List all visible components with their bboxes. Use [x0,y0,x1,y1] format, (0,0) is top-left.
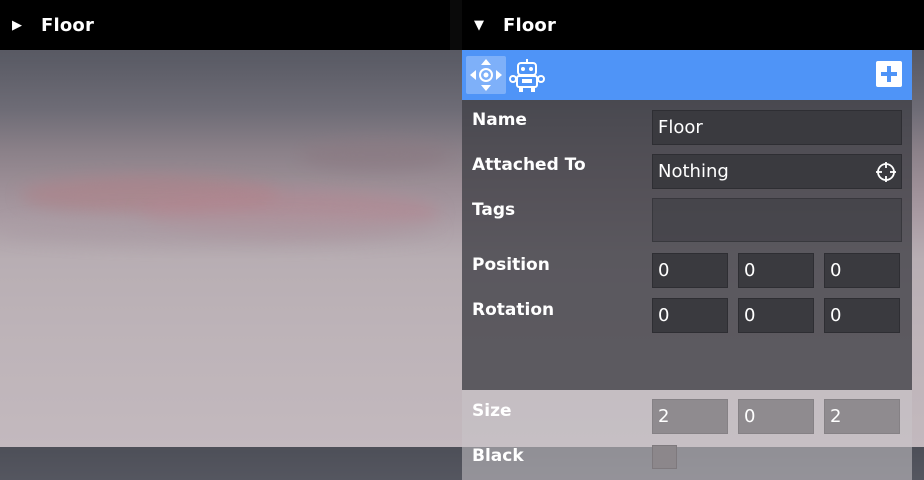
plus-icon [881,66,897,82]
position-y-input[interactable]: 0 [738,253,814,288]
add-component-button[interactable] [876,61,902,87]
rotation-x-input[interactable]: 0 [652,298,728,333]
behavior-tool-button[interactable] [509,57,545,93]
name-input[interactable]: Floor [652,110,902,145]
size-label: Size [472,401,512,421]
size-z-input[interactable]: 2 [824,399,900,434]
collapsed-arrow-icon[interactable]: ▶ [12,18,28,33]
panel-divider [450,0,462,50]
position-label: Position [472,255,550,275]
inspector-toolbar [462,50,912,100]
attached-to-value: Nothing [658,161,729,182]
inspector-header[interactable]: ▼ Floor [462,0,924,50]
size-x-input[interactable]: 2 [652,399,728,434]
attached-to-label: Attached To [472,155,586,175]
expanded-arrow-icon[interactable]: ▼ [474,18,490,33]
rotation-y-input[interactable]: 0 [738,298,814,333]
size-y-input[interactable]: 0 [738,399,814,434]
left-hierarchy-header[interactable]: ▶ Floor [0,0,450,50]
rotation-z-input[interactable]: 0 [824,298,900,333]
name-label: Name [472,110,527,130]
black-color-swatch[interactable] [652,445,677,469]
inspector-panel: Name Floor Attached To Nothing Tags Posi… [462,50,912,480]
left-header-title: Floor [41,14,95,36]
sky-cloud [300,140,450,170]
shape-properties-section: Size 2 0 2 Black [462,390,912,480]
crosshair-picker-icon[interactable] [875,161,897,183]
sky-cloud [0,215,440,245]
tags-label: Tags [472,200,516,220]
rotation-label: Rotation [472,300,555,320]
robot-icon [509,59,545,92]
inspector-header-title: Floor [503,14,557,36]
tags-input[interactable] [652,198,902,242]
object-properties-section: Name Floor Attached To Nothing Tags Posi… [462,100,912,390]
position-x-input[interactable]: 0 [652,253,728,288]
move-gizmo-icon [470,59,502,91]
attached-to-field[interactable]: Nothing [652,154,902,189]
black-label: Black [472,446,524,466]
transform-tool-button[interactable] [466,56,506,94]
position-z-input[interactable]: 0 [824,253,900,288]
